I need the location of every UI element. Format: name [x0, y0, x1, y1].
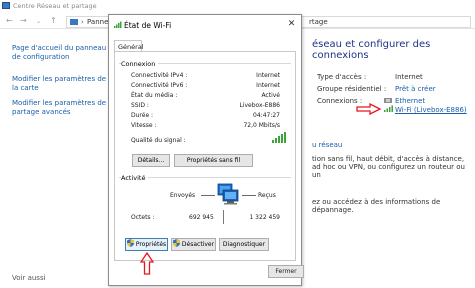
- window-title: Centre Réseau et partage: [13, 2, 97, 10]
- network-center-icon: [2, 2, 10, 9]
- duration-label: Durée :: [131, 112, 154, 119]
- wireless-properties-button[interactable]: Propriétés sans fil: [174, 154, 253, 167]
- forward-arrow-icon[interactable]: →: [20, 16, 27, 25]
- wifi-bars-icon: [114, 21, 122, 28]
- diagnose-button[interactable]: Diagnostiquer: [219, 238, 269, 251]
- homegroup-link[interactable]: Prêt à créer: [395, 85, 436, 93]
- troubleshoot-description: ez ou accédez à des informations de dépa…: [312, 198, 441, 214]
- disable-button-label: Désactiver: [181, 241, 215, 248]
- ethernet-icon: [384, 98, 392, 103]
- sent-line-icon: [201, 195, 215, 196]
- sidebar-link-control-panel-home[interactable]: Page d'accueil du panneau de configurati…: [12, 44, 107, 62]
- red-arrow-pointing-properties-icon: [140, 252, 154, 275]
- sent-label: Envoyés: [170, 192, 196, 199]
- network-computers-icon: [217, 183, 239, 205]
- sidebar-link-adapter-settings[interactable]: Modifier les paramètres de la carte: [12, 75, 107, 93]
- network-setup-link[interactable]: u réseau: [312, 141, 342, 149]
- general-tab-panel: Connexion Connectivité IPv4 : Internet C…: [114, 51, 296, 275]
- access-type-value: Internet: [395, 73, 423, 81]
- signal-strength-icon: [272, 132, 286, 143]
- media-state-label: État du média :: [131, 92, 178, 99]
- wifi-status-dialog: État de Wi-Fi ✕ Général Connexion Connec…: [108, 14, 304, 286]
- octets-received-value: 1 322 459: [249, 214, 280, 221]
- signal-quality-label: Qualité du signal :: [131, 137, 186, 144]
- duration-value: 04:47:27: [253, 112, 280, 119]
- properties-button-label: Propriétés: [135, 241, 167, 248]
- chevron-right-icon: ›: [81, 18, 84, 26]
- speed-value: 72,0 Mbits/s: [243, 122, 280, 129]
- breadcrumb-network-center[interactable]: rtage: [309, 18, 328, 26]
- page-heading: éseau et configurer des connexions: [312, 39, 431, 61]
- homegroup-label: Groupe résidentiel :: [317, 85, 387, 93]
- received-line-icon: [242, 195, 256, 196]
- recent-dropdown-icon[interactable]: ⌄: [36, 18, 41, 25]
- wifi-signal-icon: [384, 105, 393, 112]
- properties-button[interactable]: Propriétés: [125, 238, 168, 251]
- window-titlebar: Centre Réseau et partage: [0, 0, 475, 12]
- wifi-connection-link[interactable]: Wi-Fi (Livebox-E886): [395, 106, 467, 114]
- disable-button[interactable]: Désactiver: [171, 238, 216, 251]
- back-arrow-icon[interactable]: ←: [6, 16, 13, 25]
- dialog-title: État de Wi-Fi: [124, 21, 172, 30]
- octets-sent-value: 692 945: [189, 214, 214, 221]
- close-icon[interactable]: ✕: [286, 19, 297, 30]
- received-label: Reçus: [258, 192, 276, 199]
- activity-group-label: Activité: [121, 174, 149, 182]
- ipv4-value: Internet: [256, 72, 280, 79]
- ethernet-connection-link[interactable]: Ethernet: [395, 97, 425, 105]
- access-type-label: Type d'accès :: [317, 73, 367, 81]
- uac-shield-icon: [126, 239, 134, 247]
- red-arrow-pointing-wifi-icon: [356, 103, 382, 115]
- octets-label: Octets :: [131, 214, 155, 221]
- ipv4-label: Connectivité IPv4 :: [131, 72, 188, 79]
- activity-divider: [223, 210, 224, 224]
- speed-label: Vitesse :: [131, 122, 157, 129]
- see-also-heading: Voir aussi: [12, 274, 46, 282]
- ipv6-value: Internet: [256, 82, 280, 89]
- ssid-label: SSID :: [131, 102, 149, 109]
- control-panel-icon: [70, 19, 78, 25]
- sidebar-link-advanced-sharing[interactable]: Modifier les paramètres de partage avanc…: [12, 99, 107, 117]
- details-button[interactable]: Détails...: [132, 154, 170, 167]
- ssid-value: Livebox-E886: [239, 102, 280, 109]
- media-state-value: Activé: [261, 92, 280, 99]
- close-button[interactable]: Fermer: [268, 265, 304, 278]
- up-arrow-icon[interactable]: ↑: [50, 16, 57, 25]
- uac-shield-icon: [172, 239, 180, 247]
- dialog-titlebar: État de Wi-Fi ✕: [109, 15, 301, 35]
- connection-group-label: Connexion: [121, 60, 159, 68]
- setup-description: tion sans fil, haut débit, d'accès à dis…: [312, 155, 465, 179]
- ipv6-label: Connectivité IPv6 :: [131, 82, 188, 89]
